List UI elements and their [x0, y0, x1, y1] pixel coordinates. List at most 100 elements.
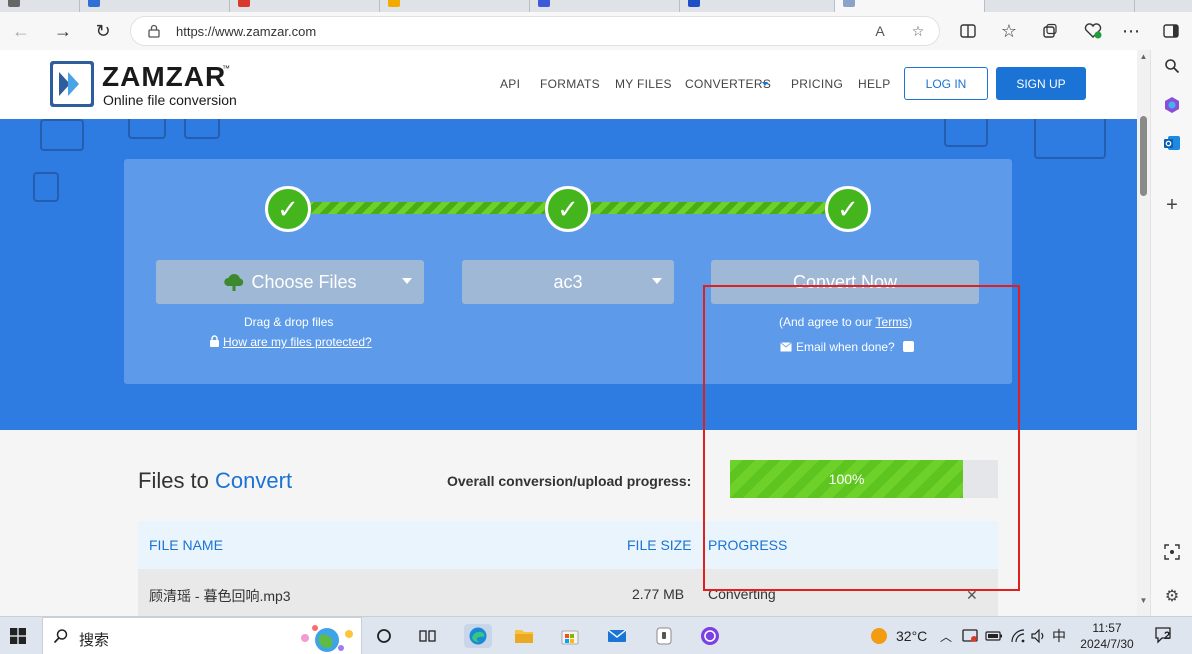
decor-image-doodle — [128, 119, 166, 139]
drag-drop-text: Drag & drop files — [244, 315, 334, 329]
favorite-star-icon[interactable]: ☆ — [909, 23, 927, 41]
forward-arrow-icon[interactable]: → — [50, 19, 76, 43]
tab-favicon-icon — [8, 0, 20, 7]
format-select[interactable]: ac3 — [462, 260, 674, 304]
decor-document-doodle — [944, 119, 988, 147]
address-bar[interactable]: https://www.zamzar.com A ☆ — [130, 16, 940, 46]
page-viewport: ZAMZAR ™ Online file conversion API FORM… — [0, 50, 1150, 616]
tab-favicon-icon — [238, 0, 250, 7]
tab-favicon-icon — [843, 0, 855, 7]
browser-tab[interactable] — [0, 0, 80, 12]
page-scrollbar[interactable]: ▲ ▼ — [1137, 50, 1150, 616]
browser-tab-active[interactable] — [835, 0, 985, 12]
notification-center-icon[interactable]: 2 — [1152, 624, 1178, 648]
weather-sun-icon[interactable] — [868, 624, 890, 648]
notes-app-icon[interactable] — [652, 624, 676, 648]
red-highlight-annotation — [703, 285, 1020, 591]
collections-icon[interactable] — [1037, 19, 1063, 43]
sidebar-toggle-icon[interactable] — [1158, 19, 1184, 43]
files-protected-link[interactable]: How are my files protected? — [223, 335, 372, 349]
file-size-cell: 2.77 MB — [632, 586, 685, 602]
converters-caret-icon[interactable] — [762, 82, 768, 86]
purple-app-icon[interactable] — [698, 624, 722, 648]
browser-tab[interactable] — [80, 0, 230, 12]
taskbar-search-box[interactable]: 搜索 — [42, 617, 362, 654]
logo-brand-text[interactable]: ZAMZAR — [102, 61, 226, 93]
scroll-down-arrow-icon[interactable]: ▼ — [1139, 596, 1148, 605]
input-method-indicator[interactable]: 中 — [1052, 624, 1066, 648]
browser-tab[interactable] — [380, 0, 530, 12]
copilot-icon[interactable] — [1162, 96, 1182, 116]
nav-my-files[interactable]: MY FILES — [615, 77, 672, 91]
files-to-convert-title: Files to Convert — [138, 468, 292, 494]
title-prefix: Files to — [138, 468, 216, 493]
file-name-cell: 顾清瑶 - 暮色回响.mp3 — [149, 588, 291, 604]
format-caret-icon — [652, 278, 662, 284]
notification-count: 2 — [1164, 630, 1171, 642]
tab-favicon-icon — [388, 0, 400, 7]
sidebar-search-icon[interactable] — [1162, 58, 1182, 78]
overall-progress-label: Overall conversion/upload progress: — [447, 473, 692, 489]
scroll-up-arrow-icon[interactable]: ▲ — [1139, 52, 1148, 61]
taskbar-clock[interactable]: 11:57 2024/7/30 — [1076, 620, 1138, 652]
back-arrow-icon[interactable]: ← — [8, 19, 34, 43]
file-explorer-icon[interactable] — [512, 624, 536, 648]
browser-tab[interactable] — [230, 0, 380, 12]
browser-essentials-icon[interactable] — [1080, 19, 1106, 43]
decor-video-doodle — [40, 119, 84, 151]
task-view-icon[interactable] — [416, 624, 440, 648]
logo-trademark: ™ — [222, 64, 230, 73]
nav-converters[interactable]: CONVERTERS — [685, 77, 771, 91]
browser-tab[interactable] — [985, 0, 1135, 12]
read-aloud-icon[interactable]: A — [871, 23, 889, 41]
decor-laptop-doodle — [1034, 119, 1106, 159]
microsoft-store-icon[interactable] — [558, 624, 582, 648]
show-hidden-icons-chevron-icon[interactable]: ︿ — [940, 624, 952, 648]
choose-files-button[interactable]: Choose Files — [156, 260, 424, 304]
favorites-icon[interactable]: ☆ — [996, 19, 1022, 43]
step-2-complete-check-icon: ✓ — [545, 186, 591, 232]
split-screen-icon[interactable] — [955, 19, 981, 43]
mail-icon[interactable] — [605, 624, 629, 648]
security-shield-icon[interactable] — [960, 624, 980, 648]
wifi-icon[interactable] — [1008, 624, 1028, 648]
add-sidebar-app-icon[interactable]: + — [1162, 194, 1182, 216]
clock-date: 2024/7/30 — [1080, 637, 1134, 651]
edge-sidebar: + ⚙ — [1150, 50, 1192, 616]
volume-speaker-icon[interactable] — [1030, 624, 1048, 648]
login-button[interactable]: LOG IN — [904, 67, 988, 100]
windows-start-icon[interactable] — [8, 624, 28, 648]
decor-image-doodle — [184, 119, 220, 139]
refresh-icon[interactable]: ↻ — [90, 19, 116, 43]
edge-browser-taskbar-icon[interactable] — [464, 624, 492, 648]
nav-help[interactable]: HELP — [858, 77, 891, 91]
sidebar-settings-gear-icon[interactable]: ⚙ — [1162, 586, 1182, 606]
browser-tab-strip — [0, 0, 1192, 12]
nav-pricing[interactable]: PRICING — [791, 77, 843, 91]
column-header-file-name[interactable]: FILE NAME — [149, 537, 223, 553]
browser-toolbar: ← → ↻ https://www.zamzar.com A ☆ ☆ ⋯ — [0, 12, 1192, 50]
files-protected-row: How are my files protected? — [209, 335, 372, 349]
browser-tab[interactable] — [530, 0, 680, 12]
battery-icon[interactable] — [984, 624, 1004, 648]
windows-taskbar: 搜索 32°C ︿ 中 11:57 2024/7/30 2 — [0, 616, 1192, 654]
format-select-value: ac3 — [553, 271, 583, 292]
signup-button[interactable]: SIGN UP — [996, 67, 1086, 100]
tab-favicon-icon — [538, 0, 550, 7]
cortana-circle-icon[interactable] — [372, 624, 396, 648]
browser-tab[interactable] — [680, 0, 835, 12]
column-header-file-size[interactable]: FILE SIZE — [627, 537, 692, 553]
choose-files-label: Choose Files — [251, 271, 357, 292]
step-3-complete-check-icon: ✓ — [825, 186, 871, 232]
scrollbar-thumb[interactable] — [1140, 116, 1147, 196]
weather-temperature[interactable]: 32°C — [896, 624, 927, 648]
step-1-complete-check-icon: ✓ — [265, 186, 311, 232]
url-text[interactable]: https://www.zamzar.com — [176, 24, 316, 39]
nav-api[interactable]: API — [500, 77, 520, 91]
zamzar-logo-icon[interactable] — [50, 61, 94, 107]
screenshot-icon[interactable] — [1162, 544, 1182, 564]
more-options-icon[interactable]: ⋯ — [1118, 19, 1144, 43]
outlook-icon[interactable] — [1162, 134, 1182, 154]
padlock-icon — [210, 335, 219, 347]
nav-formats[interactable]: FORMATS — [540, 77, 600, 91]
